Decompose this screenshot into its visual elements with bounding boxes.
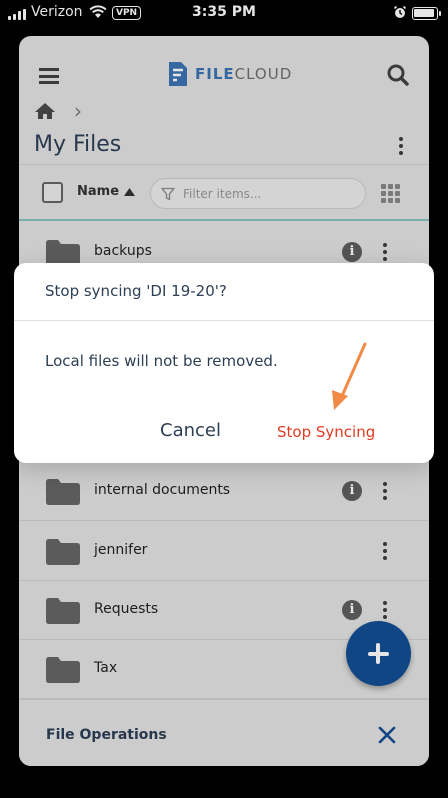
dialog-message: Local files will not be removed. — [45, 352, 278, 370]
dialog-divider — [14, 320, 434, 321]
cancel-button[interactable]: Cancel — [160, 420, 221, 441]
dialog-title: Stop syncing 'DI 19-20'? — [45, 282, 227, 300]
stop-sync-dialog: Stop syncing 'DI 19-20'? Local files wil… — [14, 263, 434, 463]
stop-syncing-button[interactable]: Stop Syncing — [277, 423, 375, 441]
annotation-arrow-icon — [332, 342, 367, 410]
